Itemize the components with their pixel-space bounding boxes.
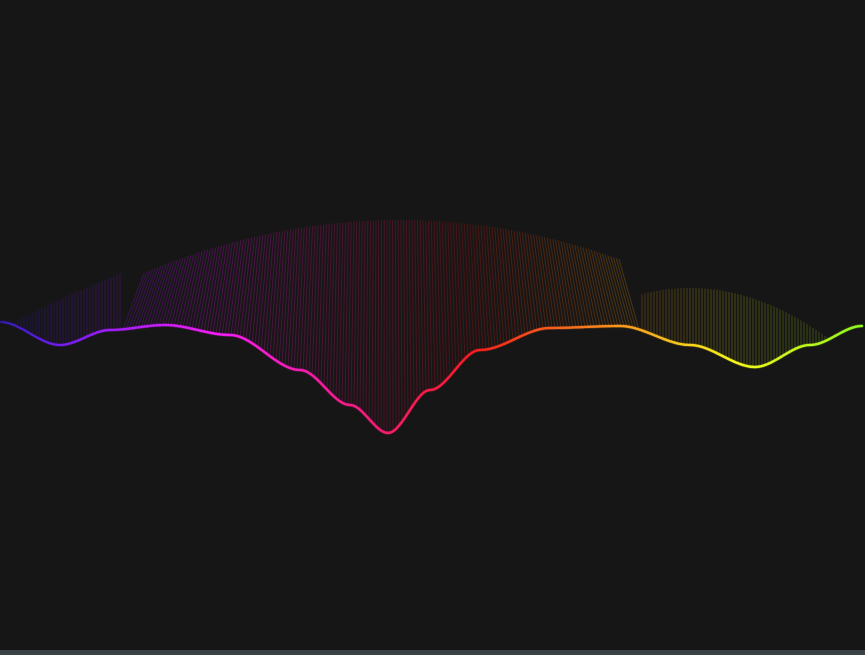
wave-ray (508, 229, 520, 338)
wave-ray (371, 220, 374, 423)
wave-ray (374, 220, 377, 426)
wave-ray (461, 223, 469, 356)
wave-ray (125, 271, 148, 330)
wave-ray (254, 234, 267, 346)
wave-ray (218, 242, 234, 335)
wave-ray (380, 220, 383, 431)
wave-ray (416, 220, 421, 397)
wave-ray (607, 255, 628, 327)
wave-ray (403, 220, 406, 418)
wave-ray (546, 237, 562, 328)
wave-ray (400, 219, 403, 422)
wave-ray (356, 221, 360, 408)
canvas-stage (0, 0, 865, 650)
wave-ray (320, 224, 327, 384)
wave-ray (350, 221, 355, 406)
wave-ray (414, 220, 418, 400)
wave-ray (359, 221, 363, 410)
wave-ray (452, 222, 460, 366)
wave-ray (251, 235, 264, 344)
wave-ray (505, 229, 517, 339)
wave-ray (604, 254, 625, 327)
wave-ray (149, 262, 170, 327)
wave-ray (152, 261, 173, 326)
wave-ray (455, 222, 463, 362)
wave-ray (510, 230, 523, 336)
wave-ray (394, 220, 397, 429)
wave-ray (397, 219, 400, 426)
bottom-strip (0, 650, 865, 655)
wave-ray (447, 221, 454, 373)
wave-ray (143, 264, 164, 327)
wave-ray (458, 222, 466, 359)
wave-ray (405, 220, 409, 414)
wave-ray (362, 220, 366, 413)
wave-ray (311, 225, 319, 376)
wave-ray (377, 220, 380, 429)
wave-ray (353, 221, 358, 406)
wave-ray (215, 243, 231, 334)
wave-ray (408, 220, 412, 409)
wave-ray (422, 220, 427, 392)
wave-ray (323, 223, 330, 387)
wave-ray (513, 230, 526, 335)
wave-ray (450, 222, 457, 369)
rainbow-wave-artwork (0, 219, 864, 435)
wave-ray (612, 257, 634, 328)
wave-ray (308, 225, 316, 374)
wave-ray (257, 233, 269, 348)
wave-ray (543, 237, 559, 329)
wave-rays (0, 219, 862, 433)
wave-ray (419, 220, 424, 394)
wave-ray (610, 256, 631, 328)
wave-ray (347, 221, 352, 405)
wave-ray (365, 220, 369, 416)
wave-ray (314, 224, 322, 378)
wave-ray (411, 220, 415, 404)
wave-ray (146, 263, 167, 327)
wave-ray (317, 224, 325, 381)
wave-ray (368, 220, 372, 420)
